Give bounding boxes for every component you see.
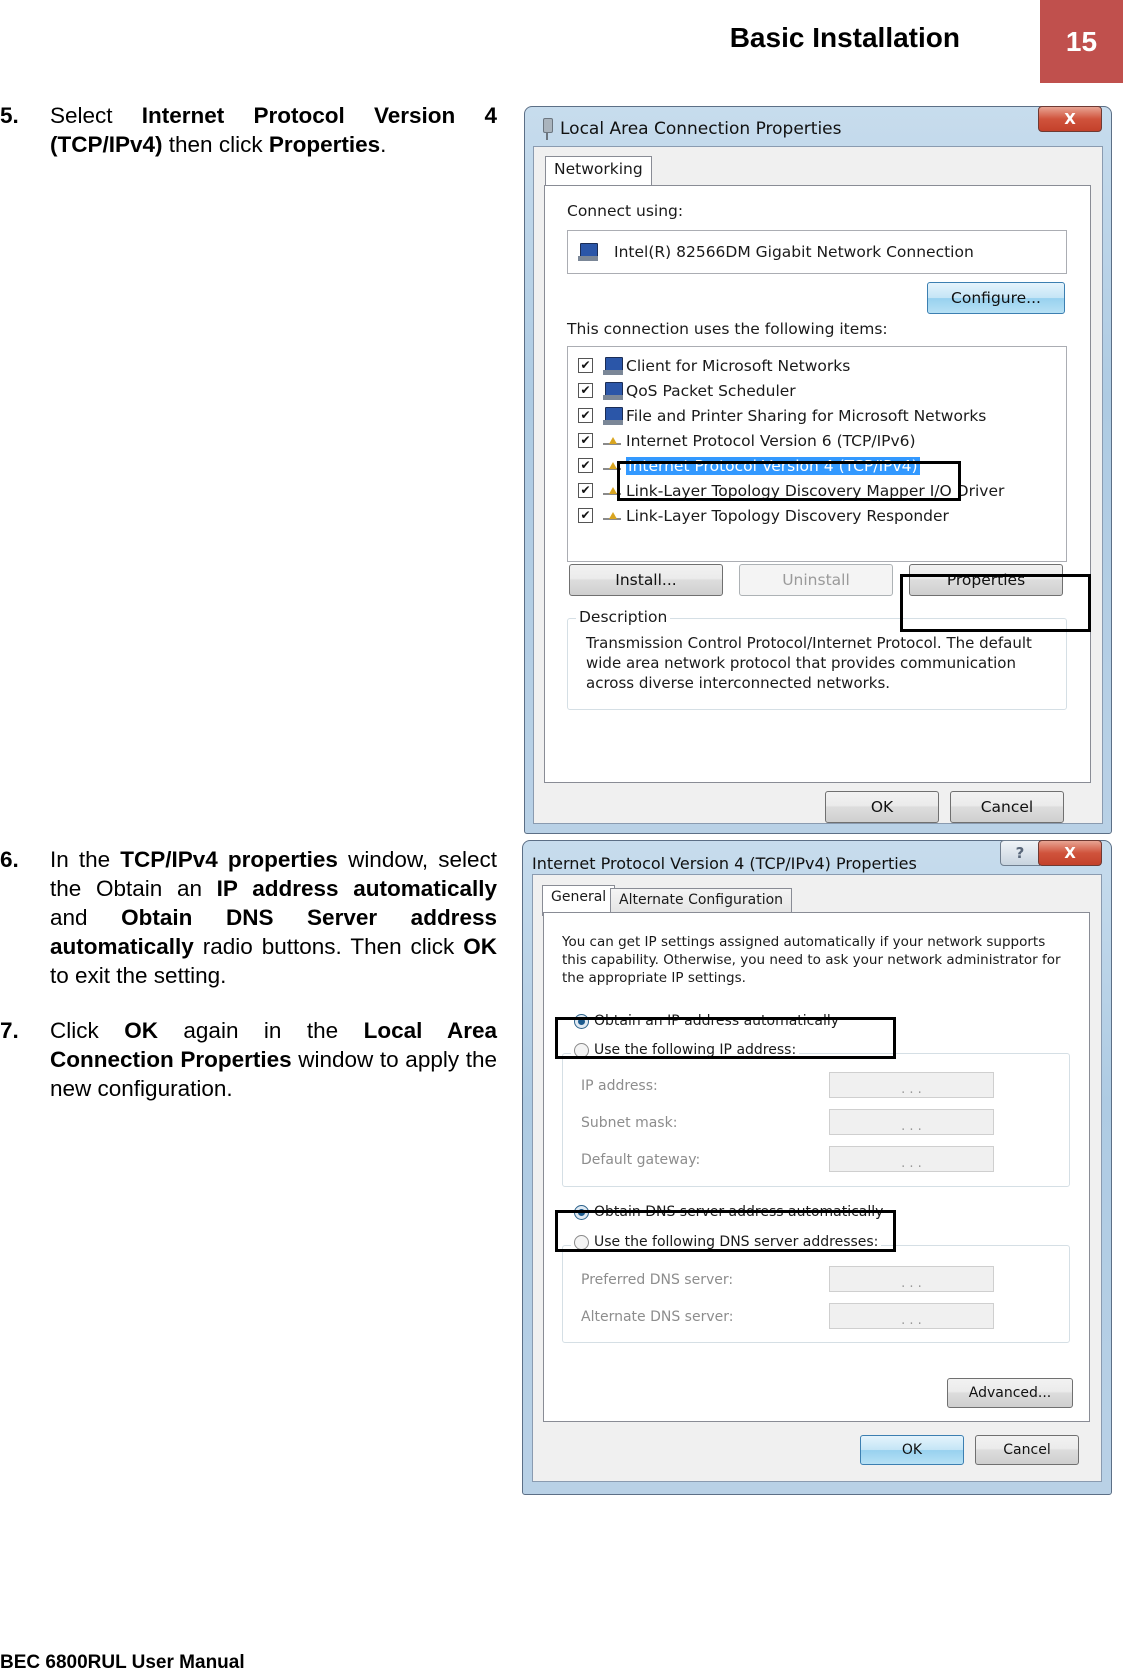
description-label: Description bbox=[576, 608, 671, 626]
step-text-run: radio buttons. Then click bbox=[193, 934, 464, 959]
close-button[interactable]: X bbox=[1038, 840, 1102, 866]
checkbox[interactable]: ✔ bbox=[578, 458, 593, 473]
callout-ip-auto bbox=[555, 1017, 896, 1059]
help-button[interactable]: ? bbox=[1000, 840, 1040, 866]
step-6: 6. In the TCP/IPv4 properties window, se… bbox=[0, 845, 497, 990]
title-bar[interactable]: Local Area Connection Properties bbox=[534, 112, 1102, 146]
uninstall-button[interactable]: Uninstall bbox=[739, 564, 893, 596]
step-text: Select Internet Protocol Version 4 (TCP/… bbox=[50, 101, 497, 159]
protocol-icon bbox=[603, 432, 623, 450]
list-item[interactable]: ✔ QoS Packet Scheduler bbox=[578, 378, 796, 403]
checkbox[interactable]: ✔ bbox=[578, 508, 593, 523]
step-emphasis: Properties bbox=[268, 132, 381, 157]
page-number: 15 bbox=[1040, 0, 1123, 83]
footer-manual-title: BEC 6800RUL User Manual bbox=[0, 1652, 245, 1673]
subnet-mask-field[interactable]: . . . bbox=[829, 1109, 994, 1135]
ip-manual-group: Use the following IP address: IP address… bbox=[562, 1042, 1070, 1187]
step-text-run: In the bbox=[50, 847, 121, 872]
ok-button[interactable]: OK bbox=[860, 1435, 964, 1465]
adapter-box: Intel(R) 82566DM Gigabit Network Connect… bbox=[567, 230, 1067, 274]
alternate-dns-field[interactable]: . . . bbox=[829, 1303, 994, 1329]
callout-ipv4-item bbox=[617, 461, 961, 501]
step-text-run: Click bbox=[50, 1018, 125, 1043]
description-text: Transmission Control Protocol/Internet P… bbox=[586, 634, 1032, 692]
step-7: 7. Click OK again in the Local Area Conn… bbox=[0, 1016, 497, 1103]
cancel-button[interactable]: Cancel bbox=[950, 791, 1064, 823]
callout-dns-auto bbox=[555, 1210, 896, 1252]
step-number: 6. bbox=[0, 847, 19, 872]
step-text-run: . bbox=[380, 132, 387, 157]
checkbox[interactable]: ✔ bbox=[578, 433, 593, 448]
preferred-dns-field[interactable]: . . . bbox=[829, 1266, 994, 1292]
callout-properties-button bbox=[900, 574, 1091, 632]
computer-icon bbox=[603, 381, 623, 400]
network-client-icon bbox=[603, 356, 623, 375]
close-button[interactable]: X bbox=[1038, 106, 1102, 132]
default-gateway-field[interactable]: . . . bbox=[829, 1146, 994, 1172]
advanced-button[interactable]: Advanced... bbox=[947, 1378, 1073, 1408]
step-text-run: and bbox=[50, 905, 122, 930]
items-list[interactable]: ✔ Client for Microsoft Networks ✔ QoS Packe… bbox=[567, 346, 1067, 562]
list-item[interactable]: ✔ Client for Microsoft Networks bbox=[578, 353, 850, 378]
network-adapter-icon bbox=[578, 243, 598, 261]
cancel-button[interactable]: Cancel bbox=[975, 1435, 1079, 1465]
step-text-run: to exit the setting. bbox=[50, 963, 227, 988]
adapter-name: Intel(R) 82566DM Gigabit Network Connect… bbox=[614, 243, 974, 261]
ip-address-field[interactable]: . . . bbox=[829, 1072, 994, 1098]
step-emphasis: OK bbox=[463, 934, 497, 959]
checkbox[interactable]: ✔ bbox=[578, 408, 593, 423]
step-text-run: then click bbox=[162, 132, 269, 157]
step-text: Click OK again in the Local Area Connect… bbox=[50, 1016, 497, 1103]
preferred-dns-label: Preferred DNS server: bbox=[581, 1272, 734, 1288]
checkbox[interactable]: ✔ bbox=[578, 483, 593, 498]
network-plug-icon bbox=[540, 118, 554, 140]
step-5: 5. Select Internet Protocol Version 4 (T… bbox=[0, 101, 497, 159]
step-number: 7. bbox=[0, 1018, 19, 1043]
alternate-dns-label: Alternate DNS server: bbox=[581, 1309, 734, 1325]
tab-alternate-configuration[interactable]: Alternate Configuration bbox=[610, 888, 793, 915]
window-title: Internet Protocol Version 4 (TCP/IPv4) P… bbox=[532, 853, 917, 873]
connect-using-label: Connect using: bbox=[567, 202, 684, 220]
list-item-label: Internet Protocol Version 6 (TCP/IPv6) bbox=[626, 431, 916, 450]
window-title: Local Area Connection Properties bbox=[560, 119, 842, 139]
list-item-label: Client for Microsoft Networks bbox=[626, 356, 851, 375]
list-item[interactable]: ✔ Link-Layer Topology Discovery Responder bbox=[578, 503, 949, 528]
step-emphasis: OK bbox=[124, 1018, 158, 1043]
step-number: 5. bbox=[0, 103, 19, 128]
intro-text: You can get IP settings assigned automat… bbox=[562, 934, 1061, 986]
default-gateway-label: Default gateway: bbox=[581, 1152, 701, 1168]
section-title: Basic Installation bbox=[729, 22, 960, 53]
step-emphasis: TCP/IPv4 properties bbox=[120, 847, 338, 872]
configure-button[interactable]: Configure... bbox=[927, 282, 1065, 314]
computer-icon bbox=[603, 406, 623, 425]
list-item[interactable]: ✔ Internet Protocol Version 6 (TCP/IPv6) bbox=[578, 428, 916, 453]
step-text-run: again in the bbox=[157, 1018, 364, 1043]
checkbox[interactable]: ✔ bbox=[578, 358, 593, 373]
ipv4-properties-dialog: Internet Protocol Version 4 (TCP/IPv4) P… bbox=[522, 840, 1112, 1495]
list-item-label: File and Printer Sharing for Microsoft N… bbox=[626, 406, 987, 425]
step-emphasis: IP address automatically bbox=[216, 876, 497, 901]
protocol-icon bbox=[603, 507, 623, 525]
ip-address-label: IP address: bbox=[581, 1078, 658, 1094]
dialog-client: General Alternate Configuration You can … bbox=[532, 874, 1102, 1482]
items-label: This connection uses the following items… bbox=[567, 320, 888, 338]
step-text: In the TCP/IPv4 properties window, selec… bbox=[50, 845, 497, 990]
subnet-mask-label: Subnet mask: bbox=[581, 1115, 678, 1131]
list-item[interactable]: ✔ File and Printer Sharing for Microsoft … bbox=[578, 403, 986, 428]
install-button[interactable]: Install... bbox=[569, 564, 723, 596]
checkbox[interactable]: ✔ bbox=[578, 383, 593, 398]
list-item-label: Link-Layer Topology Discovery Responder bbox=[626, 506, 949, 525]
tab-page: You can get IP settings assigned automat… bbox=[543, 912, 1090, 1422]
ok-button[interactable]: OK bbox=[825, 791, 939, 823]
step-text-run: Select bbox=[50, 103, 142, 128]
dns-manual-group: Use the following DNS server addresses: … bbox=[562, 1234, 1070, 1343]
list-item-label: QoS Packet Scheduler bbox=[626, 381, 796, 400]
